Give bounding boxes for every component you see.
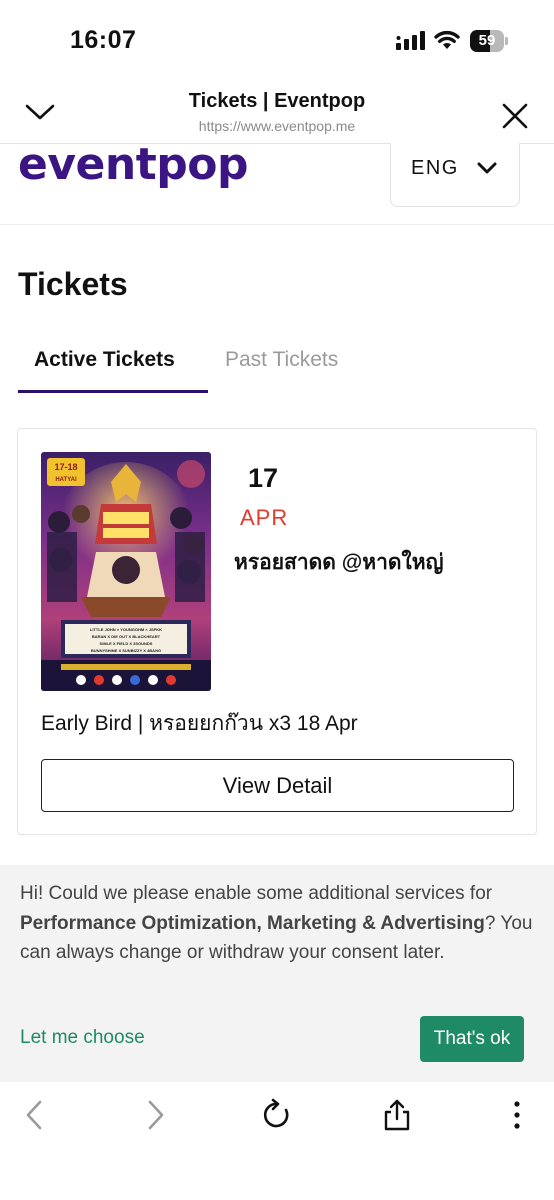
- forward-icon[interactable]: [138, 1098, 172, 1132]
- accept-consent-button[interactable]: That's ok: [420, 1016, 524, 1062]
- view-detail-button[interactable]: View Detail: [41, 759, 514, 812]
- cellular-signal-icon: [396, 31, 425, 50]
- browser-toolbar: [0, 1082, 554, 1200]
- event-date-month: APR: [240, 505, 289, 530]
- poster-city: HATYAI: [55, 477, 77, 483]
- event-name: หรอยสาดด @หาดใหญ่: [234, 551, 444, 574]
- let-me-choose-link[interactable]: Let me choose: [20, 1027, 145, 1049]
- status-time: 16:07: [70, 26, 137, 54]
- consent-banner: Hi! Could we please enable some addition…: [0, 865, 554, 1082]
- share-icon[interactable]: [380, 1098, 414, 1132]
- poster-lineup-line: BUNNYSHINE X SUNBIZZY X 4BANG: [91, 648, 161, 653]
- status-bar: 16:07 59: [0, 0, 554, 80]
- language-label: ENG: [411, 157, 459, 179]
- consent-text-start: Hi! Could we please enable some addition…: [20, 883, 493, 904]
- ticket-card: 17-18 HATYAI LITTLE JOHN × YOUNGOHM × JS…: [17, 428, 537, 835]
- active-tab-indicator: [18, 390, 208, 393]
- tab-active-tickets[interactable]: Active Tickets: [34, 348, 175, 372]
- battery-icon: 59: [470, 30, 508, 52]
- poster-lineup-line: BARAN X DIE OUT X BLACKHEART: [92, 634, 161, 639]
- browser-header: Tickets | Eventpop https://www.eventpop.…: [0, 80, 554, 144]
- reload-icon[interactable]: [260, 1098, 294, 1132]
- consent-message: Hi! Could we please enable some addition…: [20, 879, 540, 968]
- chevron-down-icon: [477, 162, 497, 174]
- close-icon[interactable]: [500, 101, 530, 131]
- consent-text-bold: Performance Optimization, Marketing & Ad…: [20, 912, 485, 934]
- browser-url: https://www.eventpop.me: [198, 118, 356, 134]
- page-title: Tickets: [18, 266, 128, 302]
- more-icon[interactable]: [500, 1098, 534, 1132]
- event-date-day: 17: [248, 463, 279, 493]
- ticket-type: Early Bird | หรอยยกก๊วน x3 18 Apr: [41, 712, 358, 735]
- eventpop-logo[interactable]: eventpop: [18, 139, 248, 190]
- ticket-tabs: Active Tickets Past Tickets: [18, 340, 538, 396]
- wifi-icon: [434, 30, 460, 49]
- poster-lineup-line: LITTLE JOHN × YOUNGOHM × JSPKK: [90, 627, 162, 632]
- site-header: eventpop ENG: [0, 139, 554, 225]
- poster-date-badge: 17-18: [54, 462, 77, 472]
- event-poster-image[interactable]: 17-18 HATYAI LITTLE JOHN × YOUNGOHM × JS…: [41, 452, 211, 691]
- language-selector[interactable]: ENG: [390, 143, 520, 207]
- browser-page-title: Tickets | Eventpop: [188, 90, 366, 112]
- poster-lineup-line: SMILE X FIELD X 3SOUNDS: [100, 641, 153, 646]
- back-icon[interactable]: [19, 1098, 53, 1132]
- battery-percent: 59: [478, 32, 496, 49]
- tab-past-tickets[interactable]: Past Tickets: [225, 348, 338, 372]
